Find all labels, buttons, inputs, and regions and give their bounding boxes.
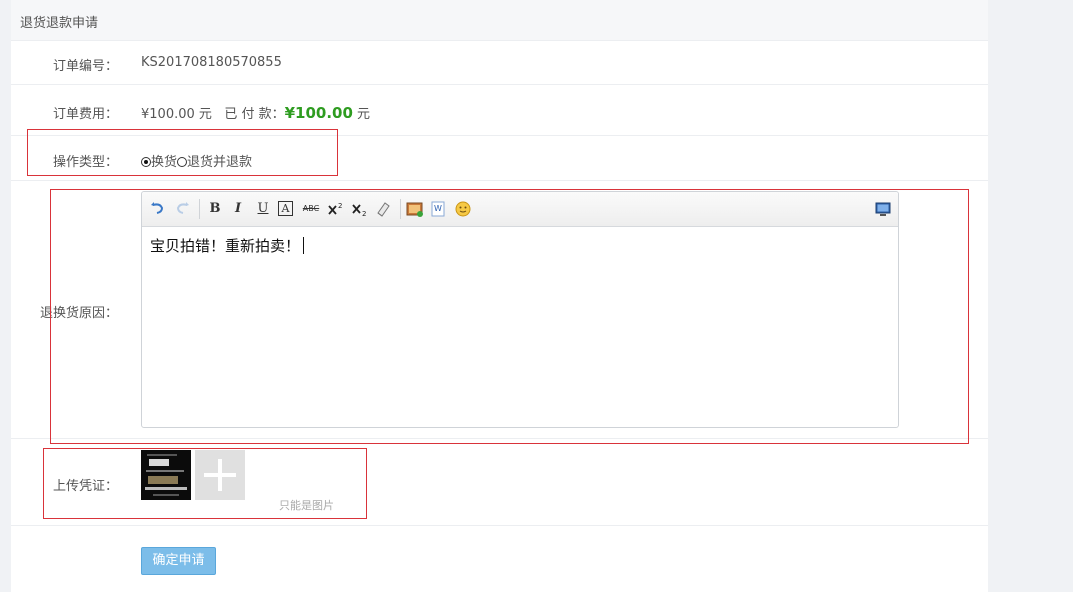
- order-number-value: KS201708180570855: [141, 55, 282, 70]
- page-title: 退货退款申请: [20, 16, 99, 31]
- highlight-box-upload: [43, 448, 367, 519]
- panel-header: 退货退款申请: [11, 0, 988, 41]
- highlight-box-operation: [27, 129, 338, 176]
- paid-unit: 元: [357, 107, 371, 122]
- order-fee-value: ¥100.00 元: [141, 107, 212, 122]
- divider: [11, 525, 988, 526]
- order-number-label: 订单编号：: [52, 59, 118, 74]
- paid-amount: ¥100.00: [284, 104, 353, 122]
- submit-button[interactable]: 确定申请: [141, 547, 216, 575]
- divider: [11, 180, 988, 181]
- divider: [11, 84, 988, 85]
- highlight-box-reason: [50, 189, 969, 444]
- paid-label: 已 付 款：: [224, 107, 285, 122]
- order-fee-row: ¥100.00 元 已 付 款：¥100.00 元: [141, 103, 370, 122]
- order-fee-label: 订单费用：: [52, 107, 118, 122]
